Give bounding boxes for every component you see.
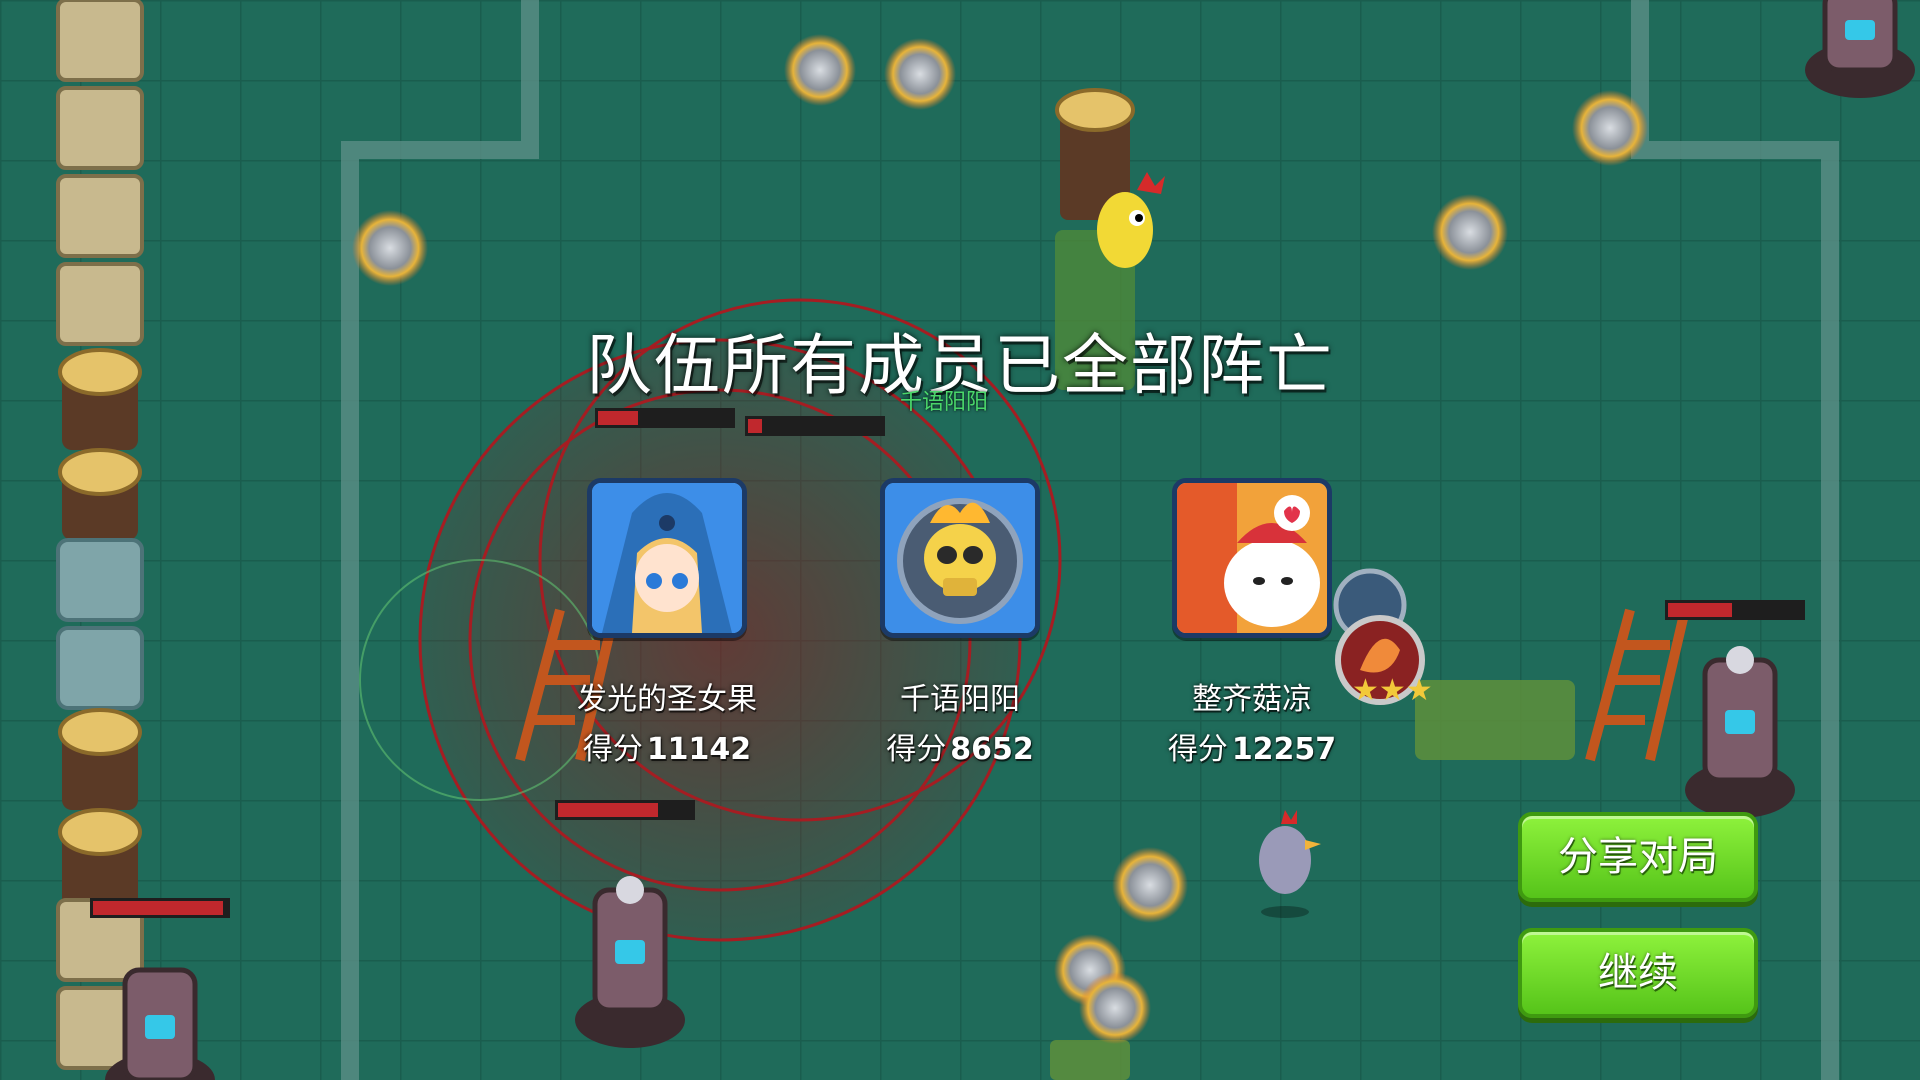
player-name: 整齐菇凉 <box>1192 682 1312 717</box>
player-card: 千语阳阳 得分 8652 <box>830 478 1090 768</box>
score-label: 得分 <box>886 732 947 767</box>
player-score: 得分 11142 <box>537 724 797 768</box>
score-value: 11142 <box>646 732 752 767</box>
player-name: 发光的圣女果 <box>577 682 757 717</box>
score-value: 8652 <box>950 732 1034 767</box>
score-label: 得分 <box>1167 732 1228 767</box>
player-name: 千语阳阳 <box>900 682 1020 717</box>
grass-patch <box>1050 1040 1130 1080</box>
player-card: 整齐菇凉 得分 12257 <box>1122 478 1382 768</box>
player-score: 得分 12257 <box>1122 724 1382 768</box>
player-score: 得分 8652 <box>830 724 1090 768</box>
cartoon-character-avatar-icon <box>1172 478 1332 638</box>
score-label: 得分 <box>582 732 643 767</box>
grass-patch <box>1415 680 1575 760</box>
flaming-skull-avatar-icon <box>880 478 1040 638</box>
player-card: 发光的圣女果 得分 11142 <box>537 478 797 768</box>
score-value: 12257 <box>1231 732 1337 767</box>
ally-name-tag: 千语阳阳 <box>900 390 989 415</box>
continue-button[interactable]: 继续 <box>1518 928 1758 1018</box>
mage-girl-avatar-icon <box>587 478 747 638</box>
share-match-button[interactable]: 分享对局 <box>1518 812 1758 902</box>
